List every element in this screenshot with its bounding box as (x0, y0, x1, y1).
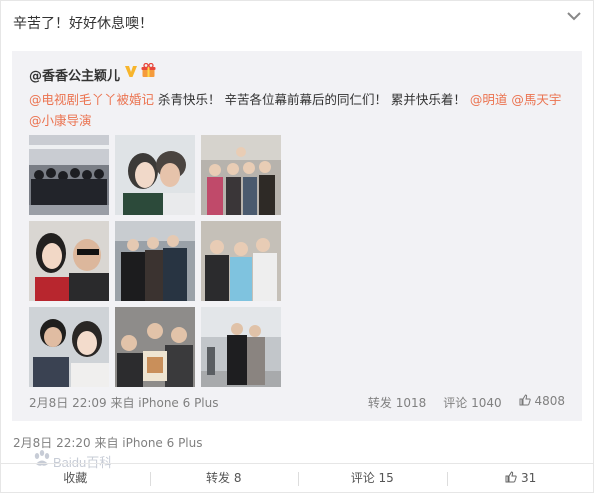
repost-meta: 2月8日 22:09 来自 iPhone 6 Plus (29, 396, 219, 410)
photo-group-with-poster[interactable] (115, 307, 195, 387)
weibo-card: 辛苦了！好好休息噢！ @香香公主颖儿 @电视剧毛丫丫被婚记 杀青快乐！ 辛苦各位… (0, 0, 594, 493)
mention-link[interactable]: @明道 (470, 92, 508, 107)
collect-button[interactable]: 收藏 (1, 464, 150, 493)
repost-actions: 转发 1018 评论 1040 4808 (368, 394, 565, 411)
repost-forward-button[interactable]: 转发 1018 (368, 394, 426, 411)
mention-link[interactable]: @小康导演 (29, 113, 92, 128)
verified-v-icon (125, 66, 137, 77)
gift-icon (141, 63, 156, 77)
photo-cast-trio[interactable] (201, 221, 281, 301)
post-meta: 2月8日 22:20 来自 iPhone 6 Plus (13, 436, 203, 450)
mention-link[interactable]: @馬天宇 (511, 92, 561, 107)
repost-text-segment: 杀青快乐！ 辛苦各位幕前幕后的同仁们！ 累并快乐着！ (154, 92, 470, 107)
post-text: 辛苦了！好好休息噢！ (13, 16, 153, 32)
chevron-down-icon[interactable] (567, 11, 581, 21)
thumbs-up-icon (505, 471, 517, 483)
photo-two-women[interactable] (115, 135, 195, 215)
repost-text: @电视剧毛丫丫被婚记 杀青快乐！ 辛苦各位幕前幕后的同仁们！ 累并快乐着！ @明… (29, 89, 574, 131)
like-count: 31 (521, 471, 537, 485)
repost-comment-button[interactable]: 评论 1040 (443, 394, 501, 411)
photo-group-crew[interactable] (29, 135, 109, 215)
photo-selfie-duo[interactable] (29, 307, 109, 387)
like-button[interactable]: 31 (446, 464, 594, 493)
photo-cast-group[interactable] (201, 135, 281, 215)
repost-author[interactable]: @香香公主颖儿 (29, 65, 120, 84)
mention-link[interactable]: @电视剧毛丫丫被婚记 (29, 92, 154, 107)
repost-box: @香香公主颖儿 @电视剧毛丫丫被婚记 杀青快乐！ 辛苦各位幕前幕后的同仁们！ 累… (12, 51, 582, 421)
photo-cast-in-coats[interactable] (115, 221, 195, 301)
thumbs-up-icon (519, 394, 531, 406)
footer-actions: 收藏 转发 8 评论 15 31 (1, 463, 594, 493)
forward-button[interactable]: 转发 8 (149, 464, 299, 493)
comment-button[interactable]: 评论 15 (298, 464, 447, 493)
repost-like-button[interactable]: 4808 (519, 394, 565, 411)
repost-like-count: 4808 (534, 394, 565, 408)
photo-outdoor-pair[interactable] (201, 307, 281, 387)
photo-woman-and-man[interactable] (29, 221, 109, 301)
